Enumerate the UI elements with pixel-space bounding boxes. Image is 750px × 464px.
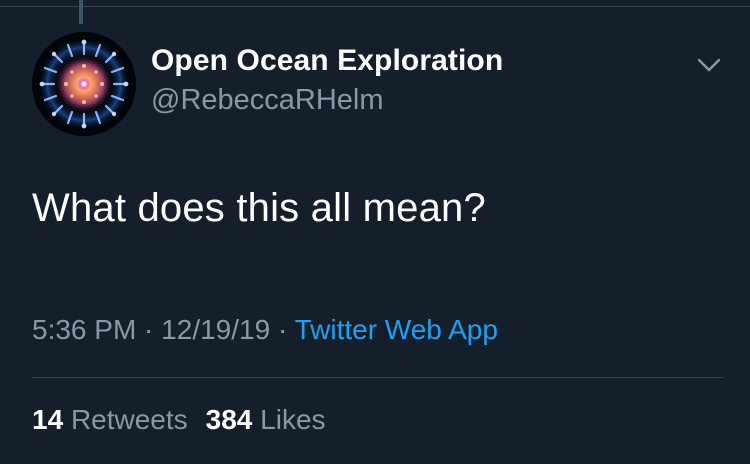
meta-separator: · — [136, 314, 162, 345]
chevron-down-icon — [697, 58, 721, 72]
retweets-label: Retweets — [70, 404, 188, 435]
tweet-source-link[interactable]: Twitter Web App — [295, 314, 498, 345]
tweet-text: What does this all mean? — [32, 186, 486, 230]
likes-count: 384 — [205, 404, 253, 435]
likes-stat[interactable]: 384 Likes — [206, 404, 326, 435]
tweet-date[interactable]: 12/19/19 — [161, 314, 270, 345]
tweet-detail-view: Open Ocean Exploration @RebeccaRHelm Wha… — [0, 0, 750, 464]
tweet-meta: 5:36 PM · 12/19/19 · Twitter Web App — [32, 314, 498, 346]
avatar[interactable] — [32, 32, 136, 136]
author-handle[interactable]: @RebeccaRHelm — [151, 84, 384, 117]
tweet-menu-button[interactable] — [694, 54, 724, 76]
jellyfish-avatar-icon — [32, 32, 136, 136]
retweets-count: 14 — [32, 404, 64, 435]
tweet-time: 5:36 PM — [32, 314, 137, 345]
meta-separator: · — [270, 314, 295, 345]
thread-connector-line — [79, 0, 83, 24]
retweets-stat[interactable]: 14 Retweets — [32, 404, 188, 435]
top-divider — [0, 6, 750, 7]
author-display-name[interactable]: Open Ocean Exploration — [151, 44, 503, 78]
stats-divider — [32, 377, 724, 378]
tweet-stats: 14 Retweets 384 Likes — [32, 404, 326, 436]
likes-label: Likes — [260, 404, 326, 435]
